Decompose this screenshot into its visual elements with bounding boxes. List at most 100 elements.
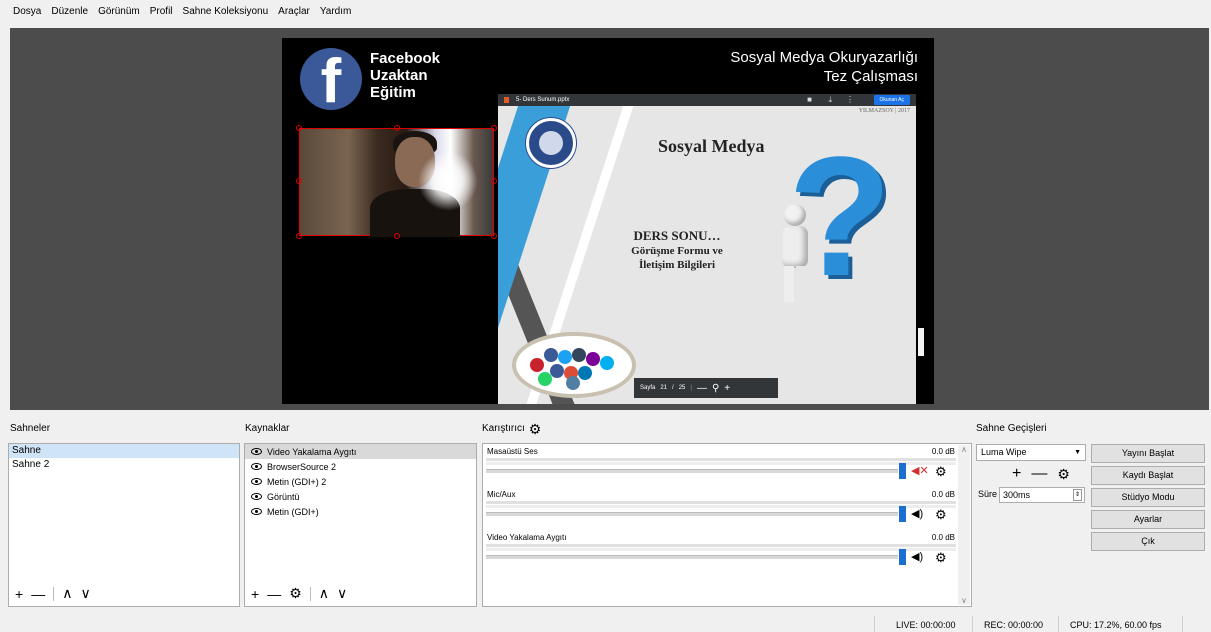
resize-handle[interactable] (394, 233, 400, 239)
mixer-scrollbar[interactable]: ∧ ∨ (958, 445, 970, 605)
facebook-title: Facebook Uzaktan Eğitim (370, 50, 441, 101)
eye-icon[interactable] (251, 493, 262, 500)
source-item[interactable]: Metin (GDI+) 2 (245, 474, 476, 489)
muted-speaker-icon[interactable]: ◀✕ (911, 464, 929, 477)
download-icon[interactable]: ⤓ (828, 95, 832, 105)
transition-gear-icon[interactable]: ⚙ (1057, 466, 1070, 483)
thesis-title: Sosyal Medya Okuryazarlığı Tez Çalışması (730, 49, 918, 85)
move-down-icon[interactable]: ∨ (80, 585, 90, 602)
resize-handle[interactable] (296, 233, 302, 239)
start-streaming-button[interactable]: Yayını Başlat (1091, 444, 1205, 463)
more-icon[interactable]: ⋮ (846, 95, 854, 104)
resize-handle[interactable] (491, 125, 497, 131)
volume-meter (486, 544, 956, 547)
source-settings-gear-icon[interactable]: ⚙ (289, 585, 302, 602)
channel-gear-icon[interactable]: ⚙ (935, 508, 947, 521)
menu-help[interactable]: Yardım (315, 6, 357, 17)
sources-list[interactable]: Video Yakalama Aygıtı BrowserSource 2 Me… (244, 443, 477, 607)
transition-select[interactable]: Luma Wipe ▼ (976, 444, 1086, 461)
source-item[interactable]: Video Yakalama Aygıtı (245, 444, 476, 459)
cpu-status: CPU: 17.2%, 60.00 fps (1070, 620, 1162, 630)
remove-scene-icon[interactable]: — (31, 586, 45, 602)
studio-mode-button[interactable]: Stüdyo Modu (1091, 488, 1205, 507)
add-transition-icon[interactable]: + (1012, 465, 1021, 483)
volume-slider[interactable] (486, 469, 898, 473)
menu-view[interactable]: Görünüm (93, 6, 145, 17)
volume-slider[interactable] (486, 555, 898, 559)
eye-icon[interactable] (251, 463, 262, 470)
browser-slide-source[interactable]: 5- Ders Sunum.pptx ■ ⤓ ⋮ Okunan Aç YILMA… (498, 94, 916, 404)
volume-slider-handle[interactable] (899, 463, 906, 479)
channel-gear-icon[interactable]: ⚙ (935, 465, 947, 478)
slide-page-nav: Sayfa 21 / 25 | — ⚲ + (634, 378, 778, 398)
channel-gear-icon[interactable]: ⚙ (935, 551, 947, 564)
move-up-icon[interactable]: ∧ (319, 585, 329, 602)
volume-slider-handle[interactable] (899, 506, 906, 522)
channel-name: Video Yakalama Aygıtı (487, 533, 567, 542)
start-recording-button[interactable]: Kaydı Başlat (1091, 466, 1205, 485)
remove-transition-icon[interactable]: — (1031, 465, 1047, 483)
zoom-icon[interactable]: ⚲ (712, 383, 719, 394)
scroll-up-icon[interactable]: ∧ (958, 445, 970, 454)
channel-name: Mic/Aux (487, 490, 516, 499)
mixer-header: Karıştırıcı ⚙ (482, 422, 542, 436)
zoom-out-icon[interactable]: — (697, 383, 707, 394)
volume-meter (486, 462, 956, 465)
move-down-icon[interactable]: ∨ (337, 585, 347, 602)
slide-filename: 5- Ders Sunum.pptx (516, 97, 570, 103)
rec-status: REC: 00:00:00 (984, 620, 1044, 630)
page-number[interactable]: 21 (660, 385, 667, 391)
preview-canvas[interactable]: f Facebook Uzaktan Eğitim Sosyal Medya O… (282, 38, 934, 404)
menu-profile[interactable]: Profil (145, 6, 178, 17)
print-icon[interactable]: ■ (807, 95, 812, 104)
settings-button[interactable]: Ayarlar (1091, 510, 1205, 529)
source-item[interactable]: Görüntü (245, 489, 476, 504)
open-button[interactable]: Okunan Aç (873, 95, 910, 105)
file-icon (504, 97, 509, 103)
volume-meter (486, 548, 956, 551)
move-up-icon[interactable]: ∧ (62, 585, 72, 602)
speaker-icon[interactable]: ◀) (911, 507, 923, 520)
menu-tools[interactable]: Araçlar (273, 6, 315, 17)
menu-file[interactable]: Dosya (8, 6, 46, 17)
remove-source-icon[interactable]: — (267, 586, 281, 602)
scenes-title: Sahneler (10, 423, 51, 434)
slide-body: DERS SONU… Görüşme Formu ve İletişim Bil… (631, 228, 723, 271)
duration-input[interactable]: 300ms ⇕ (999, 487, 1085, 503)
spinner-icon[interactable]: ⇕ (1073, 489, 1082, 501)
menu-edit[interactable]: Düzenle (46, 6, 93, 17)
pdf-toolbar: 5- Ders Sunum.pptx ■ ⤓ ⋮ Okunan Aç (498, 94, 916, 106)
eye-icon[interactable] (251, 478, 262, 485)
scene-item[interactable]: Sahne 2 (9, 458, 239, 472)
add-source-icon[interactable]: + (251, 586, 259, 602)
university-seal-icon (526, 118, 576, 168)
scroll-down-icon[interactable]: ∨ (958, 596, 970, 605)
resize-handle[interactable] (491, 233, 497, 239)
source-item[interactable]: BrowserSource 2 (245, 459, 476, 474)
volume-slider-handle[interactable] (899, 549, 906, 565)
scene-item[interactable]: Sahne (9, 444, 239, 458)
add-scene-icon[interactable]: + (15, 586, 23, 602)
channel-db: 0.0 dB (931, 490, 955, 499)
volume-slider[interactable] (486, 512, 898, 516)
eye-icon[interactable] (251, 508, 262, 515)
mixer-gear-icon[interactable]: ⚙ (529, 422, 542, 436)
scenes-list[interactable]: Sahne Sahne 2 + — ∧ ∨ (8, 443, 240, 607)
webcam-source[interactable] (296, 125, 497, 239)
mixer-title: Karıştırıcı (482, 423, 525, 434)
menu-scene-collection[interactable]: Sahne Koleksiyonu (178, 6, 274, 17)
social-media-icons (512, 332, 636, 398)
live-status: LIVE: 00:00:00 (896, 620, 956, 630)
zoom-in-icon[interactable]: + (724, 383, 730, 394)
resize-handle[interactable] (491, 178, 497, 184)
preview-area[interactable]: f Facebook Uzaktan Eğitim Sosyal Medya O… (10, 28, 1209, 410)
speaker-icon[interactable]: ◀) (911, 550, 923, 563)
exit-button[interactable]: Çık (1091, 532, 1205, 551)
volume-meter (486, 501, 956, 504)
eye-icon[interactable] (251, 448, 262, 455)
resize-handle[interactable] (394, 125, 400, 131)
resize-handle[interactable] (296, 125, 302, 131)
source-item[interactable]: Metin (GDI+) (245, 504, 476, 519)
resize-handle[interactable] (296, 178, 302, 184)
sources-title: Kaynaklar (245, 423, 290, 434)
